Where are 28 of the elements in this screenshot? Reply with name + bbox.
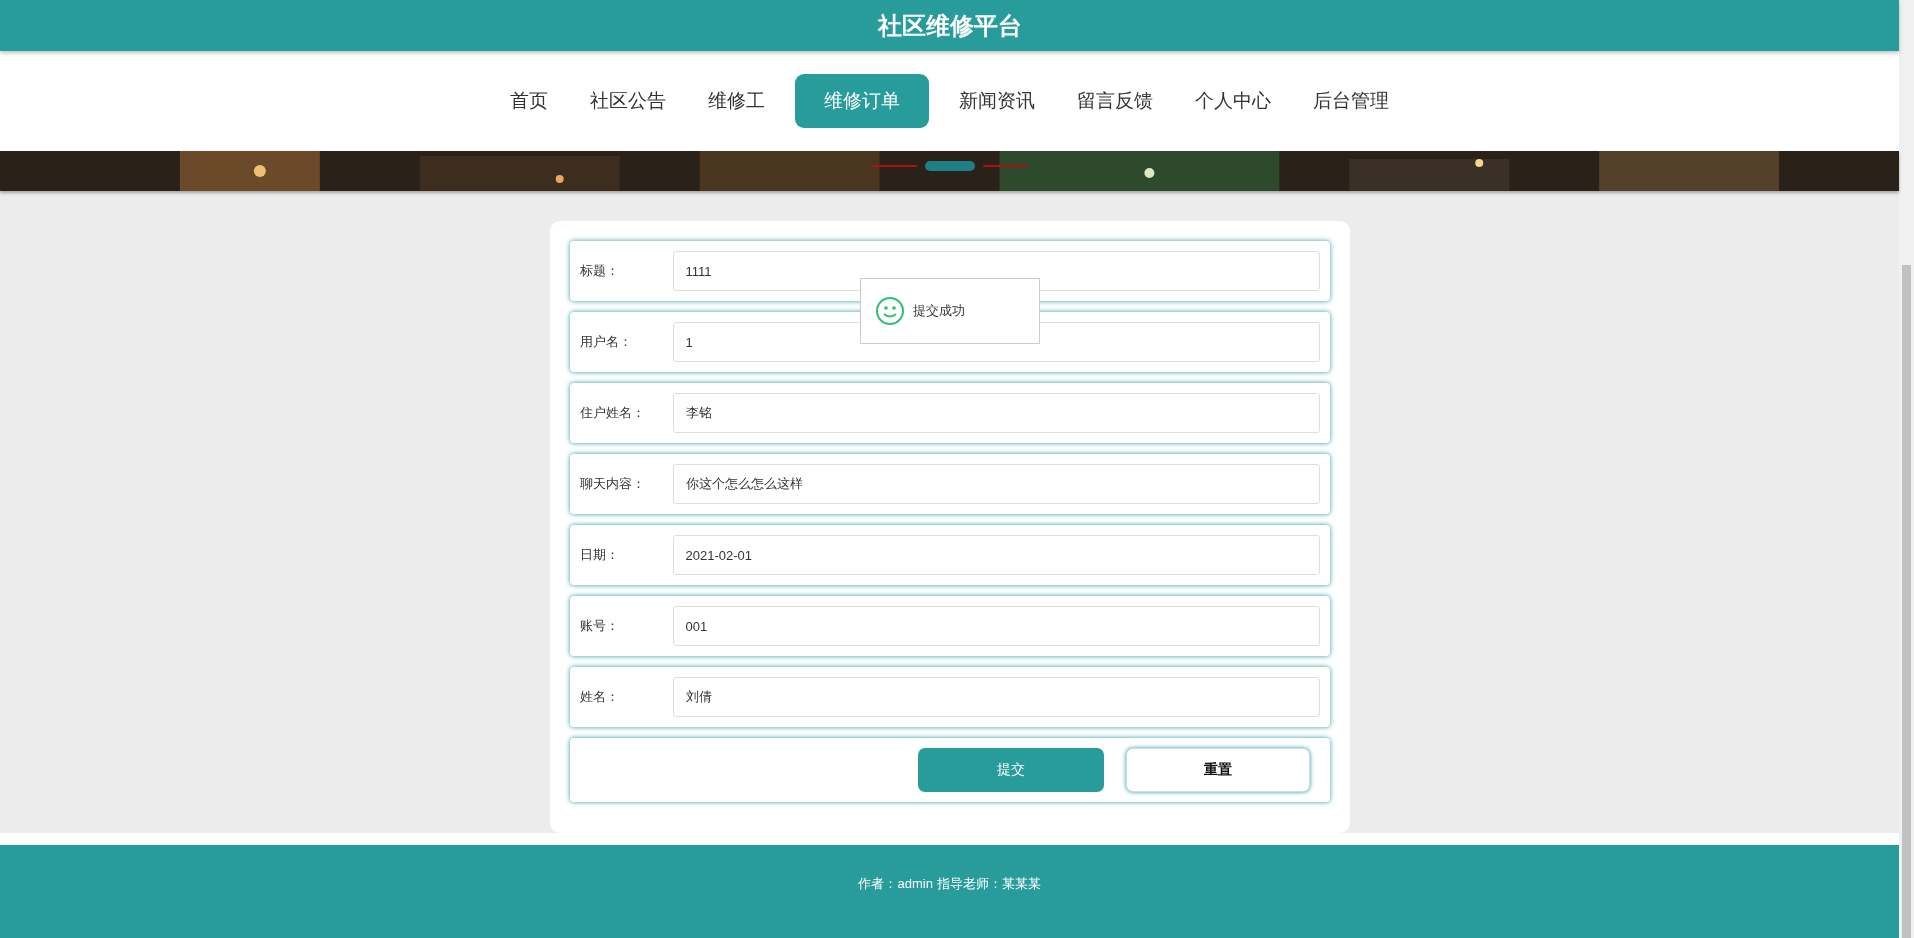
field-label: 住户姓名： [579, 404, 646, 422]
input-field[interactable]: 001 [672, 606, 1320, 646]
input-field[interactable]: 你这个怎么怎么这样 [672, 464, 1320, 504]
field-label: 用户名： [579, 333, 633, 351]
input-field[interactable]: 2021-02-01 [672, 535, 1320, 575]
field-label: 标题： [579, 262, 620, 280]
nav-tab[interactable]: 后台管理 [1301, 74, 1401, 128]
field-label: 聊天内容： [579, 475, 646, 493]
scrollbar-thumb[interactable] [1902, 265, 1911, 938]
nav-tab[interactable]: 留言反馈 [1065, 74, 1165, 128]
nav-tab[interactable]: 社区公告 [578, 74, 678, 128]
field-label: 账号： [579, 617, 620, 635]
smiley-icon [874, 296, 905, 326]
nav-tab[interactable]: 首页 [498, 74, 560, 128]
scrollbar[interactable] [1899, 0, 1914, 938]
toast-text: 提交成功 [912, 302, 965, 320]
field-label: 日期： [579, 546, 620, 564]
nav-tab[interactable]: 个人中心 [1183, 74, 1283, 128]
carousel-indicator[interactable] [924, 161, 975, 171]
field-label: 姓名： [579, 688, 620, 706]
site-title: 社区维修平台 [877, 10, 1022, 41]
footer-text: 作者：admin 指导老师：某某某 [858, 875, 1041, 893]
nav-tab[interactable]: 新闻资讯 [947, 74, 1047, 128]
input-field[interactable]: 李铭 [672, 393, 1320, 433]
reset-button[interactable]: 重置 [1125, 748, 1310, 792]
input-field[interactable]: 1111 [672, 251, 1320, 291]
input-field[interactable]: 刘倩 [672, 677, 1320, 717]
nav-tab[interactable]: 维修工 [696, 74, 777, 128]
